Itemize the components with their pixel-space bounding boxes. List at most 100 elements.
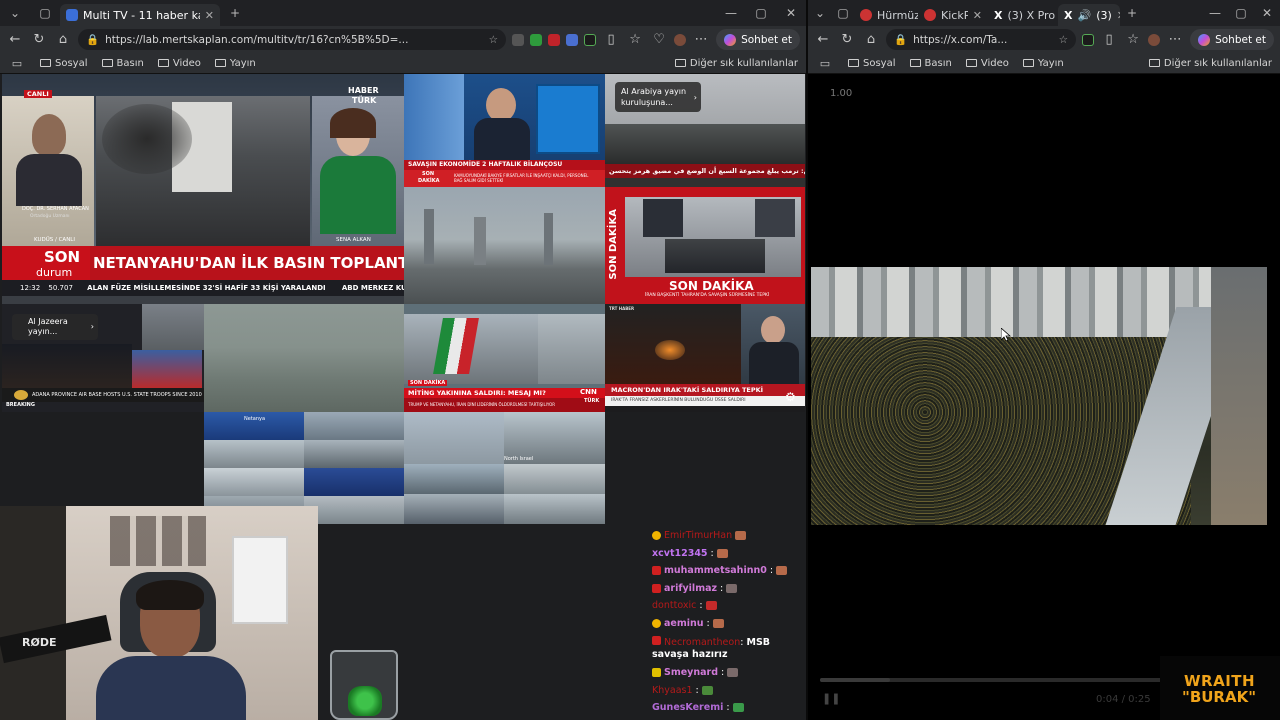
video-tile-hazy-city[interactable] bbox=[204, 304, 404, 412]
anchor-body bbox=[320, 156, 396, 234]
more-icon[interactable]: ⋯ bbox=[1166, 32, 1184, 47]
bookmark-folder-video[interactable]: Video bbox=[157, 58, 201, 69]
more-icon[interactable]: ⋯ bbox=[692, 32, 710, 47]
son-label: SON bbox=[422, 171, 435, 177]
bookmark-folder-basin[interactable]: Basın bbox=[101, 58, 144, 69]
bookmark-folder-video[interactable]: Video bbox=[965, 58, 1009, 69]
other-favorites[interactable]: Diğer sık kullanılanlar bbox=[674, 58, 798, 69]
maximize-icon[interactable]: ▢ bbox=[1228, 6, 1254, 20]
tab-x-pro[interactable]: X(3) X Pro✕ bbox=[988, 4, 1058, 26]
favorites-icon[interactable]: ☆ bbox=[1124, 32, 1142, 47]
tab-kickpeek[interactable]: KickPeek✕ bbox=[918, 4, 988, 26]
chevron-right-icon: › bbox=[693, 93, 697, 102]
video-tile-cnnturk[interactable]: MİTİNG YAKININA SALDIRI: MESAJ MI? TRUMP… bbox=[404, 304, 605, 412]
sondakika-sub: İRAN BAŞKENTİ TAHRAN'DA SAVAŞIN SÜRMESİN… bbox=[645, 293, 770, 298]
tab-multitv[interactable]: Multi TV - 11 haber kanalını aynı a ✕ bbox=[60, 4, 220, 26]
settings-gear-icon[interactable]: ⚙ bbox=[785, 390, 796, 404]
split-screen-icon[interactable]: ▯ bbox=[602, 32, 620, 47]
address-bar[interactable]: 🔒 https://x.com/Ta... ☆ bbox=[886, 29, 1077, 50]
video-tile-aljazeera[interactable]: Al Jazeera yayın... › ADANA PROVINCE AIR… bbox=[2, 304, 204, 412]
speaker-icon[interactable]: 🔊 bbox=[1077, 9, 1091, 22]
refresh-icon[interactable]: ↻ bbox=[838, 32, 856, 47]
reporter-body bbox=[749, 342, 799, 384]
pause-icon[interactable]: ❚❚ bbox=[822, 692, 840, 705]
video-tile-haberturk[interactable]: CANLI HABER TÜRK DOÇ. DR. SERHAN AFACAN … bbox=[2, 74, 404, 304]
extension-icon[interactable] bbox=[1082, 33, 1095, 46]
url-text: https://lab.mertskaplan.com/multitv/tr/1… bbox=[105, 33, 409, 46]
sidebar-icon[interactable]: ▭ bbox=[816, 57, 834, 70]
haberturk-logo-top: HABER bbox=[348, 86, 379, 95]
close-window-icon[interactable]: ✕ bbox=[776, 6, 806, 20]
guest-head bbox=[32, 114, 66, 156]
collections-icon[interactable]: ♡ bbox=[650, 32, 668, 47]
favorite-star-icon[interactable]: ☆ bbox=[1059, 34, 1068, 46]
video-player[interactable]: 1.00 ❚❚ 0:04 / 0:25 WRAITH "BURAK" bbox=[808, 74, 1280, 720]
video-tile-city[interactable] bbox=[404, 187, 605, 304]
bookmark-folder-sosyal[interactable]: Sosyal bbox=[40, 58, 88, 69]
maximize-icon[interactable]: ▢ bbox=[746, 6, 776, 20]
video-tile-sondakika[interactable]: SON DAKİKA SON DAKİKA İRAN BAŞKENTİ TAHR… bbox=[605, 187, 805, 304]
back-icon[interactable]: ← bbox=[814, 32, 832, 47]
minimize-icon[interactable]: — bbox=[1202, 6, 1228, 20]
home-icon[interactable]: ⌂ bbox=[54, 32, 72, 47]
bookmark-folder-yayin[interactable]: Yayın bbox=[214, 58, 256, 69]
video-tile-trt[interactable]: MACRON'DAN IRAK'TAKİ SALDIRIYA TEPKİ IRA… bbox=[605, 304, 805, 412]
crowd-video-frame[interactable] bbox=[811, 267, 1267, 525]
refresh-icon[interactable]: ↻ bbox=[30, 32, 48, 47]
tab-list-icon[interactable]: ⌄ bbox=[0, 6, 30, 20]
bookmark-folder-basin[interactable]: Basın bbox=[909, 58, 952, 69]
tab-x-video[interactable]: X🔊(3)✕ bbox=[1058, 4, 1120, 26]
tab-list-icon[interactable]: ⌄ bbox=[808, 6, 832, 20]
close-window-icon[interactable]: ✕ bbox=[1254, 6, 1280, 20]
bookmark-folder-sosyal[interactable]: Sosyal bbox=[848, 58, 896, 69]
anchor-head bbox=[486, 88, 516, 122]
folder-icon bbox=[157, 59, 169, 67]
video-tile-alarabiya[interactable]: Al Arabiya yayın kuruluşuna... › اكسيوس:… bbox=[605, 74, 805, 187]
extension-icon[interactable] bbox=[530, 33, 543, 46]
chat-message: Necromantheon: MSB savaşa hazırız bbox=[652, 636, 771, 660]
video-tile-studio[interactable]: SAVAŞIN EKONOMİDE 2 HAFTALIK BİLANÇOSU S… bbox=[404, 74, 605, 187]
avatar[interactable] bbox=[674, 33, 687, 46]
stream-notice[interactable]: Al Jazeera yayın... › bbox=[12, 314, 98, 340]
site-favicon-icon bbox=[924, 9, 936, 21]
badge-icon bbox=[652, 668, 661, 677]
minimize-icon[interactable]: — bbox=[716, 6, 746, 20]
workspaces-icon[interactable]: ▢ bbox=[832, 6, 854, 20]
bookmarks-bar: ▭ Sosyal Basın Video Yayın Diğer sık kul… bbox=[808, 53, 1280, 74]
aljazeera-logo-icon bbox=[14, 390, 28, 400]
new-tab-icon[interactable]: + bbox=[220, 6, 250, 20]
mic-brand: RØDE bbox=[22, 636, 57, 649]
other-favorites[interactable]: Diğer sık kullanılanlar bbox=[1148, 58, 1272, 69]
extension-icon[interactable] bbox=[548, 33, 561, 46]
favorite-star-icon[interactable]: ☆ bbox=[489, 34, 498, 46]
home-icon[interactable]: ⌂ bbox=[862, 32, 880, 47]
url-text: https://x.com/Ta... bbox=[913, 33, 1008, 46]
sidebar-icon[interactable]: ▭ bbox=[8, 57, 26, 70]
extension-icon[interactable] bbox=[512, 33, 525, 46]
studio-screen bbox=[536, 84, 600, 154]
back-icon[interactable]: ← bbox=[6, 32, 24, 47]
address-bar[interactable]: 🔒 https://lab.mertskaplan.com/multitv/tr… bbox=[78, 29, 507, 50]
reporter-inset bbox=[755, 199, 795, 237]
workspaces-icon[interactable]: ▢ bbox=[30, 6, 60, 20]
close-tab-icon[interactable]: ✕ bbox=[205, 9, 214, 22]
favorites-icon[interactable]: ☆ bbox=[626, 32, 644, 47]
emote-icon bbox=[726, 584, 738, 593]
video-tile-camera-grid-b[interactable]: North Israel bbox=[404, 412, 605, 524]
left-toolbar: ← ↻ ⌂ 🔒 https://lab.mertskaplan.com/mult… bbox=[0, 26, 806, 53]
avatar[interactable] bbox=[1148, 33, 1161, 46]
multitv-favicon-icon bbox=[66, 9, 78, 21]
bookmark-folder-yayin[interactable]: Yayın bbox=[1022, 58, 1064, 69]
tab-hurmuz[interactable]: Hürmüz bbox=[854, 4, 918, 26]
close-tab-icon[interactable]: ✕ bbox=[973, 9, 982, 22]
extension-icon[interactable] bbox=[566, 33, 579, 46]
copilot-chat-button[interactable]: Sohbet et bbox=[1190, 29, 1274, 50]
copilot-chat-button[interactable]: Sohbet et bbox=[716, 29, 800, 50]
left-tab-bar: ⌄ ▢ Multi TV - 11 haber kanalını aynı a … bbox=[0, 0, 806, 26]
extension-icon[interactable] bbox=[584, 33, 597, 46]
right-tab-bar: ⌄ ▢ Hürmüz KickPeek✕ X(3) X Pro✕ X🔊(3)✕ … bbox=[808, 0, 1280, 26]
split-screen-icon[interactable]: ▯ bbox=[1100, 32, 1118, 47]
emote-icon bbox=[716, 549, 728, 558]
stream-notice[interactable]: Al Arabiya yayın kuruluşuna... › bbox=[615, 82, 701, 112]
new-tab-icon[interactable]: + bbox=[1120, 6, 1144, 20]
